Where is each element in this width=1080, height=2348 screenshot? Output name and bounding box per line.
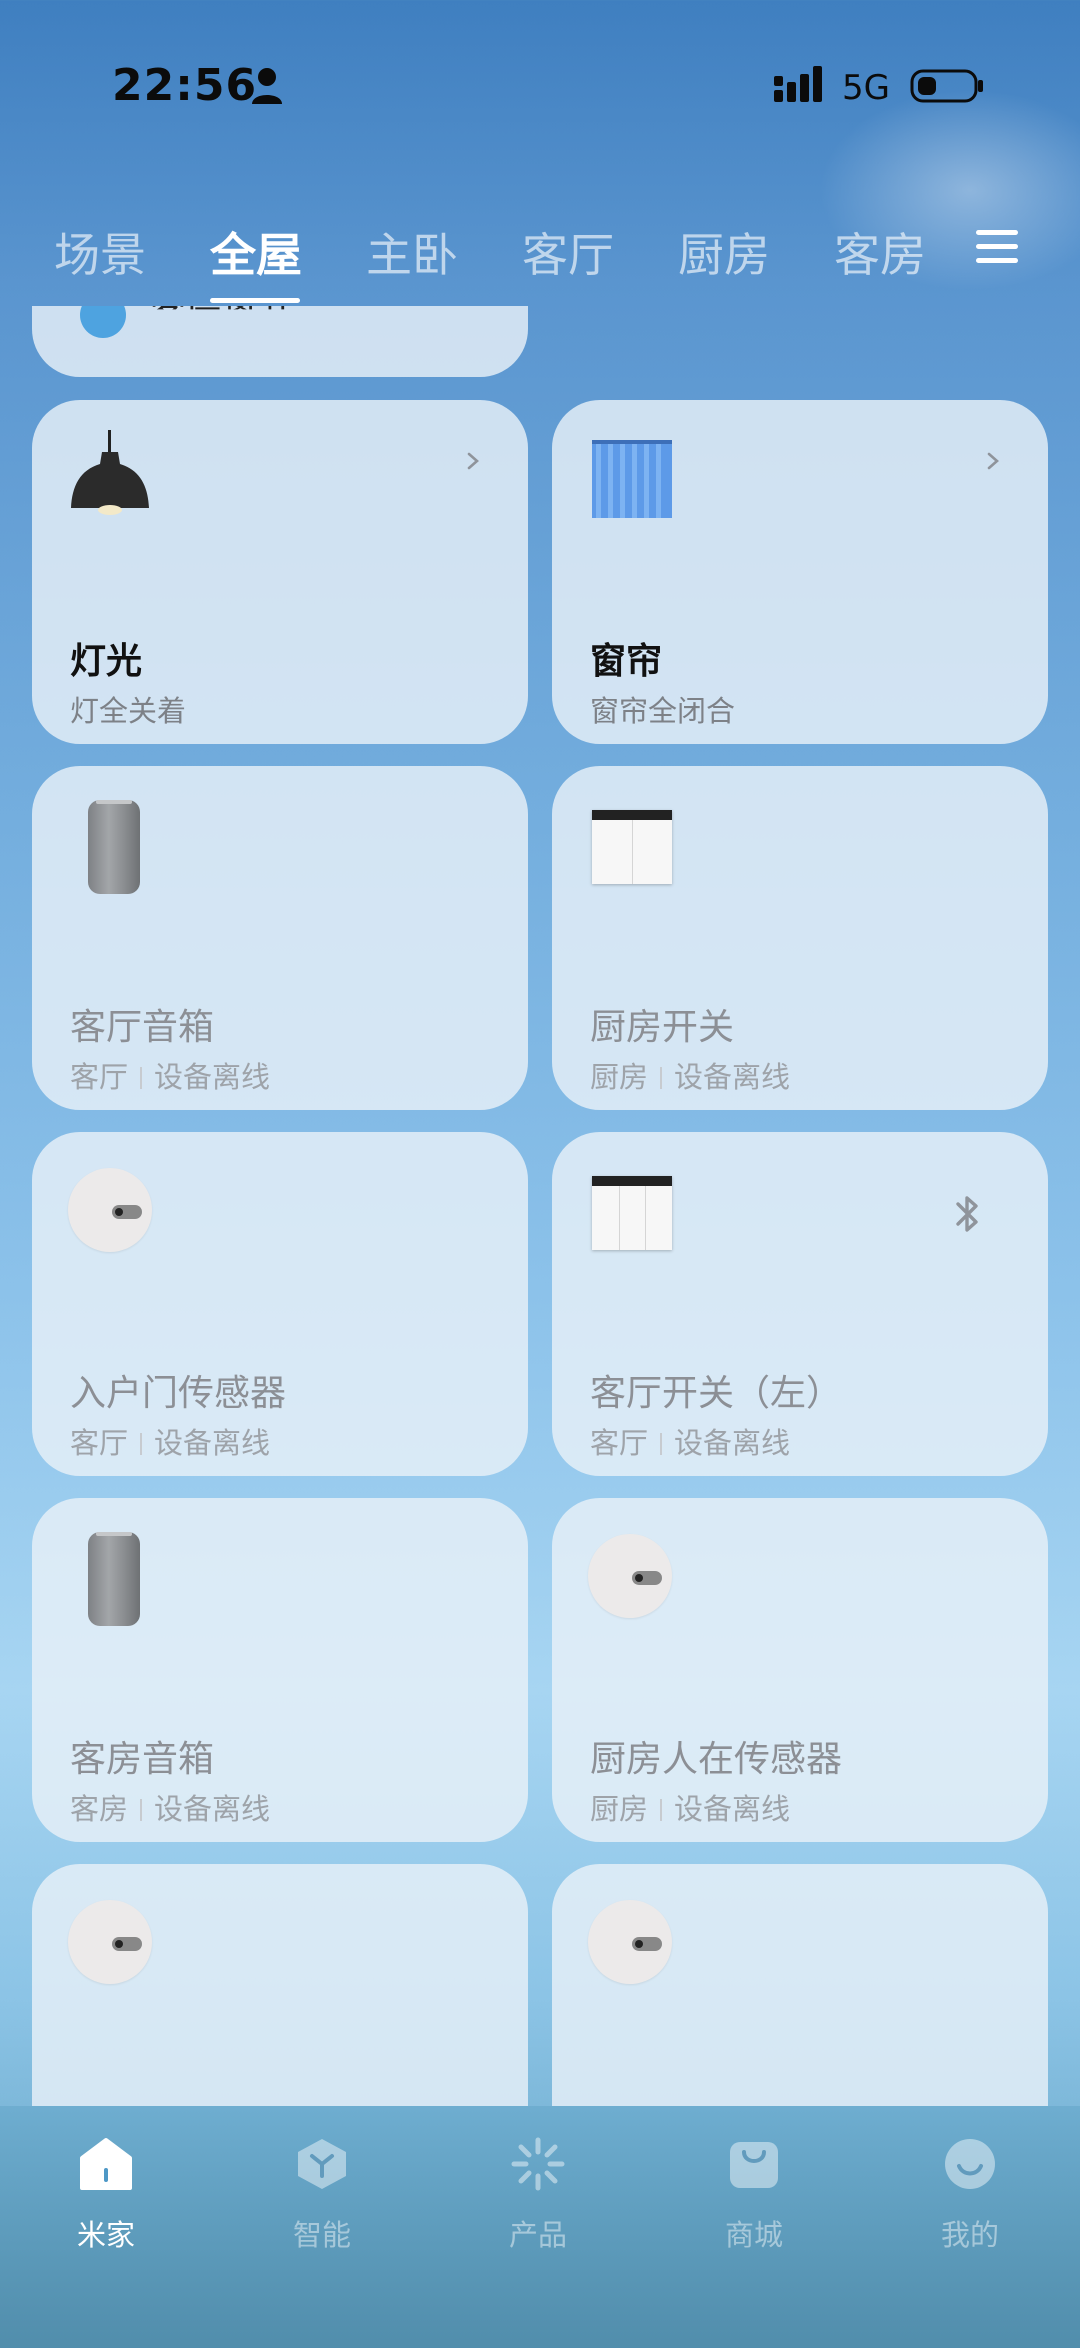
person-icon: [252, 68, 282, 104]
scene-icon: [80, 306, 126, 338]
scene-label: 客厅离开: [150, 306, 295, 336]
room-label: 客房: [70, 1792, 129, 1826]
living-room-speaker-card[interactable]: 客厅音箱 客厅 设备离线: [32, 766, 528, 1110]
kitchen-switch-card[interactable]: 厨房开关 厨房 设备离线: [552, 766, 1048, 1110]
pendant-lamp-icon: [71, 430, 149, 515]
status-time: 22:56: [112, 60, 258, 111]
bluetooth-icon: [956, 1196, 978, 1232]
sensor-icon: [588, 1534, 672, 1618]
state-label: 设备离线: [674, 1426, 791, 1460]
state-label: 设备离线: [154, 1792, 271, 1826]
card-status: 客厅 设备离线: [70, 1054, 270, 1096]
bathroom-sensor-card[interactable]: 公卫洗浴间传感器: [552, 1864, 1048, 2106]
tab-guest-room[interactable]: 客房: [834, 219, 926, 285]
shopping-bag-icon: [730, 2142, 778, 2188]
bottom-nav: 米家 智能 产品 商城 我的: [0, 2106, 1080, 2348]
card-title: 客厅开关（左）: [590, 1373, 843, 1414]
sparkle-icon: [511, 2137, 565, 2191]
room-label: 厨房: [590, 1060, 649, 1094]
tab-whole-house[interactable]: 全屋: [210, 219, 302, 285]
card-title: 入户门传感器: [70, 1373, 287, 1414]
laundry-sensor-card[interactable]: 公卫洗衣房传感器: [32, 1864, 528, 2106]
living-room-switch-card[interactable]: 客厅开关（左） 客厅 设备离线: [552, 1132, 1048, 1476]
sensor-icon: [68, 1900, 152, 1984]
room-label: 客厅: [590, 1426, 649, 1460]
signal-icon: [774, 66, 822, 102]
battery-icon: [910, 69, 983, 103]
wall-switch-icon: [592, 810, 672, 884]
nav-home[interactable]: 米家: [46, 2136, 166, 2254]
card-status: 厨房 设备离线: [590, 1786, 790, 1828]
scene-card-partial[interactable]: 客厅离开: [32, 306, 528, 377]
card-status: 窗帘全闭合: [590, 694, 736, 728]
tab-scenes[interactable]: 场景: [54, 219, 146, 285]
tab-kitchen[interactable]: 厨房: [678, 219, 770, 285]
card-status: 客厅 设备离线: [590, 1420, 790, 1462]
guest-room-speaker-card[interactable]: 客房音箱 客房 设备离线: [32, 1498, 528, 1842]
nav-smart[interactable]: 智能: [262, 2136, 382, 2254]
state-label: 设备离线: [154, 1426, 271, 1460]
state-label: 设备离线: [674, 1792, 791, 1826]
card-title: 厨房人在传感器: [590, 1739, 843, 1780]
card-title: 灯光: [70, 641, 143, 682]
menu-icon[interactable]: [976, 230, 1018, 266]
room-tabs: 场景 全屋 主卧 客厅 厨房 客房: [0, 215, 1080, 295]
network-label: 5G: [842, 68, 890, 108]
card-status: 客厅 设备离线: [70, 1420, 270, 1462]
lights-card[interactable]: 灯光 灯全关着: [32, 400, 528, 744]
nav-label: 商城: [724, 2218, 783, 2252]
card-title: 公卫洗浴间传感器: [590, 2096, 878, 2106]
curtains-card[interactable]: 窗帘 窗帘全闭合: [552, 400, 1048, 744]
state-label: 设备离线: [674, 1060, 791, 1094]
chevron-right-icon: [987, 452, 999, 470]
room-label: 厨房: [590, 1792, 649, 1826]
card-status: 灯全关着: [70, 694, 187, 728]
status-bar: 22:56 5G: [0, 0, 1080, 130]
room-label: 客厅: [70, 1426, 129, 1460]
chevron-right-icon: [467, 452, 479, 470]
speaker-icon: [88, 800, 140, 894]
nav-store[interactable]: 商城: [694, 2136, 814, 2254]
cube-icon: [298, 2139, 346, 2189]
card-status: 客房 设备离线: [70, 1786, 270, 1828]
nav-label: 产品: [508, 2218, 567, 2252]
sensor-icon: [68, 1168, 152, 1252]
device-grid: 客厅离开 灯光 灯全关着 窗帘 窗帘全闭合 客厅音箱 客厅 设备离线 厨房开关 …: [0, 306, 1080, 2106]
smile-face-icon: [945, 2139, 995, 2189]
curtain-icon: [592, 440, 672, 518]
home-icon: [80, 2138, 132, 2190]
wall-switch-icon: [592, 1176, 672, 1250]
sensor-icon: [588, 1900, 672, 1984]
active-tab-indicator: [210, 298, 300, 303]
tab-living-room[interactable]: 客厅: [522, 219, 614, 285]
card-title: 厨房开关: [590, 1007, 735, 1048]
tab-master-bedroom[interactable]: 主卧: [366, 219, 458, 285]
nav-label: 智能: [292, 2218, 351, 2252]
speaker-icon: [88, 1532, 140, 1626]
room-label: 客厅: [70, 1060, 129, 1094]
card-title: 客厅音箱: [70, 1007, 215, 1048]
state-label: 设备离线: [154, 1060, 271, 1094]
kitchen-presence-sensor-card[interactable]: 厨房人在传感器 厨房 设备离线: [552, 1498, 1048, 1842]
nav-profile[interactable]: 我的: [910, 2136, 1030, 2254]
entry-door-sensor-card[interactable]: 入户门传感器 客厅 设备离线: [32, 1132, 528, 1476]
card-status: 厨房 设备离线: [590, 1054, 790, 1096]
card-title: 客房音箱: [70, 1739, 215, 1780]
nav-products[interactable]: 产品: [478, 2136, 598, 2254]
nav-label: 我的: [940, 2218, 999, 2252]
nav-label: 米家: [76, 2218, 135, 2252]
card-title: 窗帘: [590, 641, 663, 682]
card-title: 公卫洗衣房传感器: [70, 2096, 358, 2106]
